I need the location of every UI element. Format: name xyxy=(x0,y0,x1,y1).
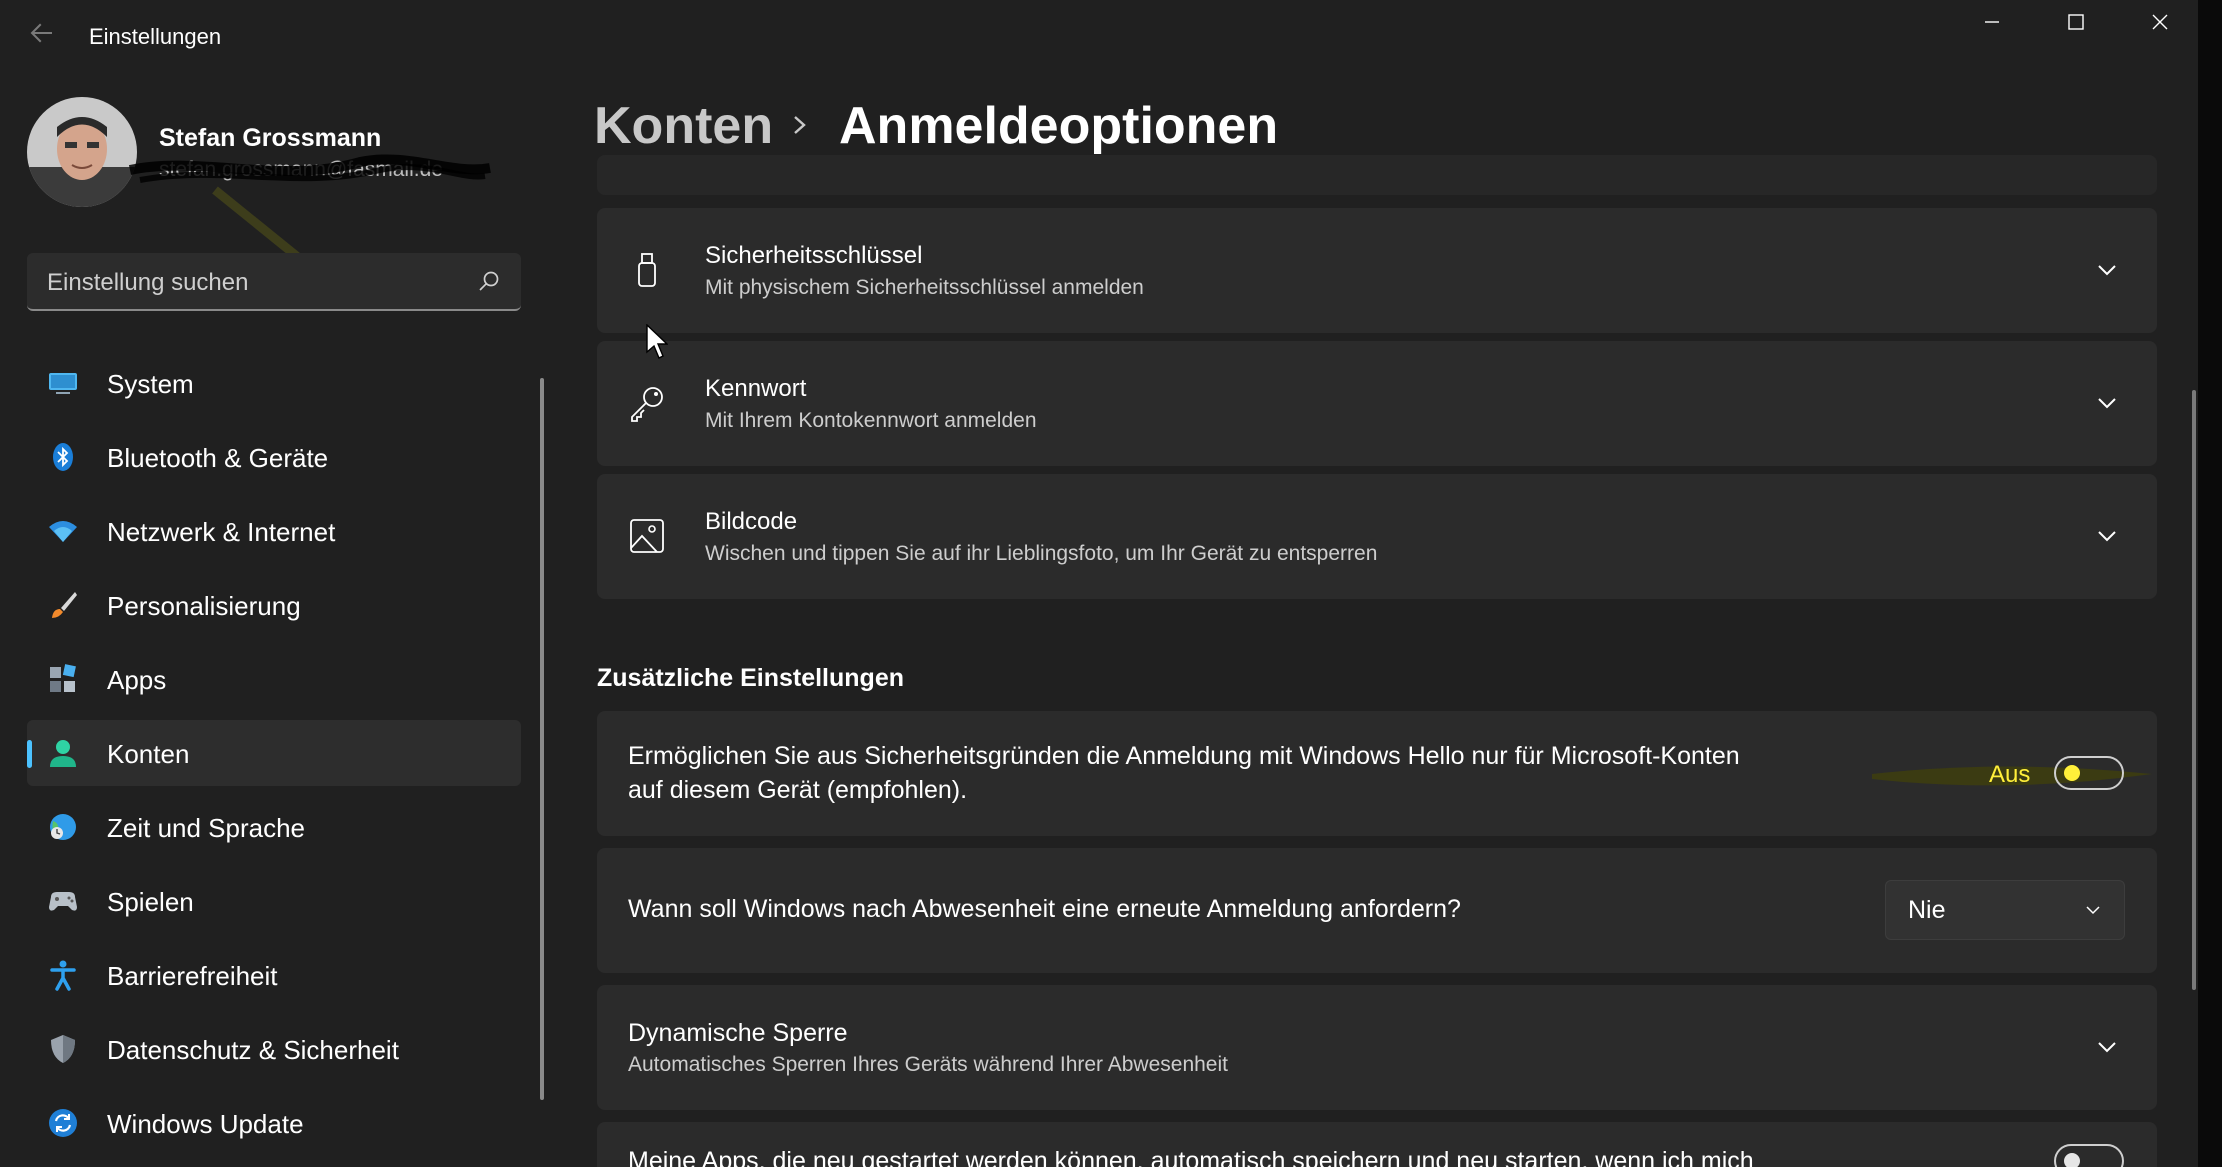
sidebar-item-accounts[interactable]: Konten xyxy=(27,720,521,786)
sidebar-item-bluetooth[interactable]: Bluetooth & Geräte xyxy=(27,424,521,490)
minimize-button[interactable] xyxy=(1950,0,2034,44)
active-indicator xyxy=(27,740,32,768)
sidebar-item-label: Netzwerk & Internet xyxy=(107,517,336,547)
chevron-right-icon xyxy=(794,116,806,134)
section-title: Zusätzliche Einstellungen xyxy=(597,664,904,692)
card-partial xyxy=(597,155,2157,195)
monitor-icon xyxy=(49,373,77,394)
globe-icon xyxy=(50,814,76,840)
usb-key-icon xyxy=(638,253,656,287)
setting-text: Wann soll Windows nach Abwesenheit eine … xyxy=(628,895,1461,923)
settings-window: Einstellungen Stefan Grossmann stefan.gr… xyxy=(0,0,2198,1167)
card-subtitle: Mit Ihrem Kontokennwort anmelden xyxy=(705,409,1037,432)
user-name: Stefan Grossmann xyxy=(159,124,382,152)
sidebar-item-label: Apps xyxy=(107,665,167,695)
maximize-icon xyxy=(2068,14,2084,30)
card-subtitle: Mit physischem Sicherheitsschlüssel anme… xyxy=(705,276,1144,299)
sidebar-item-label: Bluetooth & Geräte xyxy=(107,443,329,473)
update-icon xyxy=(49,1109,77,1137)
card-password[interactable]: Kennwort Mit Ihrem Kontokennwort anmelde… xyxy=(597,341,2157,466)
close-button[interactable] xyxy=(2118,0,2198,44)
sidebar-item-label: Barrierefreiheit xyxy=(107,961,278,991)
chevron-down-icon xyxy=(2086,906,2100,915)
chevron-down-icon[interactable] xyxy=(2095,258,2119,282)
card-security-key[interactable]: Sicherheitsschlüssel Mit physischem Sich… xyxy=(597,208,2157,333)
page-title: Anmeldeoptionen xyxy=(839,97,1279,155)
select-value: Nie xyxy=(1908,896,1946,924)
sidebar-item-label: System xyxy=(107,369,194,399)
sidebar-item-gaming[interactable]: Spielen xyxy=(27,868,521,934)
card-subtitle: Automatisches Sperren Ihres Geräts währe… xyxy=(628,1053,1228,1076)
sidebar-item-label: Personalisierung xyxy=(107,591,301,621)
sidebar-item-system[interactable]: System xyxy=(27,350,521,416)
wifi-icon xyxy=(49,521,77,542)
chevron-down-icon[interactable] xyxy=(2095,524,2119,548)
setting-text: Meine Apps, die neu gestartet werden kön… xyxy=(628,1147,1754,1167)
sidebar-item-apps[interactable]: Apps xyxy=(27,646,521,712)
sidebar-item-personalization[interactable]: Personalisierung xyxy=(27,572,521,638)
search-input[interactable]: Einstellung suchen xyxy=(27,253,521,311)
sidebar-item-time-language[interactable]: Zeit und Sprache xyxy=(27,794,521,860)
card-restart-apps: Meine Apps, die neu gestartet werden kön… xyxy=(597,1122,2157,1167)
accessibility-icon xyxy=(50,960,76,991)
card-title: Bildcode xyxy=(705,508,798,535)
search-icon[interactable] xyxy=(477,269,501,293)
sidebar-item-windows-update[interactable]: Windows Update xyxy=(27,1090,521,1156)
maximize-button[interactable] xyxy=(2034,0,2118,44)
card-hello-only: Ermöglichen Sie aus Sicherheitsgründen d… xyxy=(597,711,2157,836)
bluetooth-icon xyxy=(53,443,73,471)
card-subtitle: Wischen und tippen Sie auf ihr Lieblings… xyxy=(705,542,1378,565)
card-title: Sicherheitsschlüssel xyxy=(705,242,923,269)
card-picture-password[interactable]: Bildcode Wischen und tippen Sie auf ihr … xyxy=(597,474,2157,599)
mouse-cursor-icon xyxy=(646,324,668,359)
card-dynamic-lock[interactable]: Dynamische Sperre Automatisches Sperren … xyxy=(597,985,2157,1110)
card-title: Dynamische Sperre xyxy=(628,1019,848,1047)
chevron-down-icon[interactable] xyxy=(2095,391,2119,415)
sidebar-item-privacy[interactable]: Datenschutz & Sicherheit xyxy=(27,1016,521,1082)
toggle-state-label: Aus xyxy=(1989,761,2031,788)
setting-text: Ermöglichen Sie aus Sicherheitsgründen d… xyxy=(628,742,1740,770)
sidebar-item-label: Windows Update xyxy=(107,1109,304,1139)
reauth-select[interactable]: Nie xyxy=(1885,880,2125,940)
card-title: Kennwort xyxy=(705,375,807,402)
sidebar-item-label: Datenschutz & Sicherheit xyxy=(107,1035,399,1065)
account-icon xyxy=(50,740,76,767)
restart-apps-toggle[interactable] xyxy=(2054,1144,2124,1167)
sidebar-item-label: Zeit und Sprache xyxy=(107,813,306,843)
hello-only-toggle[interactable] xyxy=(2054,756,2124,790)
brush-icon xyxy=(52,592,77,618)
close-icon xyxy=(2152,14,2168,30)
sidebar-scrollbar[interactable] xyxy=(540,378,544,1100)
gamepad-icon xyxy=(49,892,77,911)
key-icon xyxy=(631,387,663,422)
sidebar-item-network[interactable]: Netzwerk & Internet xyxy=(27,498,521,564)
sidebar-item-accessibility[interactable]: Barrierefreiheit xyxy=(27,942,521,1008)
apps-icon xyxy=(50,664,76,692)
main-scrollbar[interactable] xyxy=(2192,390,2196,990)
minimize-icon xyxy=(1985,21,1999,23)
sidebar-item-label: Konten xyxy=(107,739,190,769)
setting-text: auf diesem Gerät (empfohlen). xyxy=(628,776,968,804)
back-arrow-icon[interactable] xyxy=(22,18,62,54)
app-title: Einstellungen xyxy=(89,24,222,49)
breadcrumb-parent[interactable]: Konten xyxy=(594,96,773,156)
chevron-down-icon[interactable] xyxy=(2095,1035,2119,1059)
picture-icon xyxy=(630,519,664,553)
search-placeholder: Einstellung suchen xyxy=(47,269,249,296)
sidebar-item-label: Spielen xyxy=(107,887,194,917)
card-reauth: Wann soll Windows nach Abwesenheit eine … xyxy=(597,848,2157,973)
shield-icon xyxy=(51,1035,75,1063)
